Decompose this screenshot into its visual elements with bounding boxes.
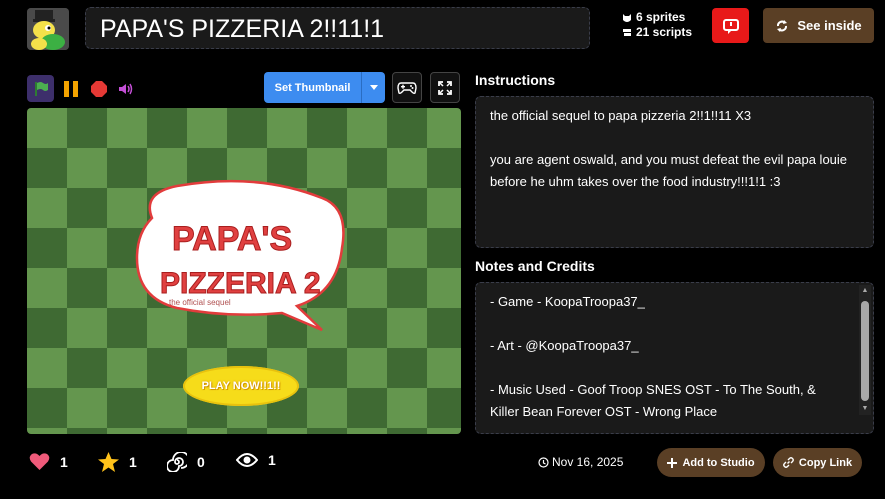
turbo-mode-button[interactable]: [392, 72, 422, 103]
share-date-text: Nov 16, 2025: [552, 455, 624, 469]
koopa-avatar-icon: [27, 8, 69, 50]
scroll-up-icon[interactable]: ▲: [859, 285, 871, 297]
remix-stat: 0: [167, 452, 205, 472]
love-stat[interactable]: 1: [29, 452, 68, 471]
instructions-panel[interactable]: the official sequel to papa pizzeria 2!!…: [475, 96, 874, 248]
set-thumbnail-label: Set Thumbnail: [274, 81, 351, 94]
scroll-down-icon[interactable]: ▼: [859, 403, 871, 415]
script-icon: [623, 28, 631, 36]
report-button[interactable]: [712, 8, 749, 43]
copy-link-button[interactable]: Copy Link: [773, 448, 862, 477]
notes-scrollbar[interactable]: ▲ ▼: [859, 285, 871, 415]
sprite-icon: [623, 13, 631, 22]
play-now-button[interactable]: PLAY NOW!!1!!: [183, 366, 299, 406]
green-flag-icon: [34, 81, 48, 96]
volume-icon: [119, 83, 133, 94]
heart-icon: [29, 453, 50, 470]
fullscreen-icon: [438, 80, 452, 95]
logo-subtitle: the official sequel: [169, 298, 231, 307]
see-inside-button[interactable]: See inside: [763, 8, 874, 43]
remix-spiral-icon: [167, 452, 187, 472]
add-to-studio-button[interactable]: Add to Studio: [657, 448, 765, 477]
plus-icon: [667, 457, 678, 468]
favorite-count: 1: [129, 454, 137, 470]
notes-line-3: - Music Used - Goof Troop SNES OST - To …: [490, 382, 816, 419]
instructions-heading: Instructions: [475, 72, 556, 88]
pause-icon: [64, 80, 78, 97]
love-count: 1: [60, 453, 68, 470]
stop-button[interactable]: [88, 75, 110, 102]
project-stats: 6 sprites 21 scripts: [622, 10, 692, 40]
views-count: 1: [268, 452, 276, 468]
notes-line-2: - Art - @KoopaTroopa37_: [490, 338, 639, 353]
project-avatar[interactable]: [27, 8, 69, 50]
star-icon: [98, 452, 119, 472]
favorite-stat[interactable]: 1: [98, 452, 137, 472]
notes-panel[interactable]: - Game - KoopaTroopa37_ - Art - @KoopaTr…: [475, 282, 874, 434]
report-icon: [722, 18, 739, 34]
set-thumbnail-button[interactable]: Set Thumbnail: [264, 72, 385, 103]
instructions-line-1: the official sequel to papa pizzeria 2!!…: [490, 108, 752, 123]
add-to-studio-label: Add to Studio: [682, 456, 755, 469]
green-flag-button[interactable]: [27, 75, 54, 102]
volume-button[interactable]: [116, 75, 136, 102]
scrollbar-thumb[interactable]: [861, 301, 869, 401]
remix-arrows-icon: [777, 19, 788, 32]
link-icon: [782, 457, 794, 468]
notes-heading: Notes and Credits: [475, 258, 595, 274]
project-title-input[interactable]: PAPA'S PIZZERIA 2!!11!1: [85, 7, 590, 49]
project-stage[interactable]: PAPA'S PIZZERIA 2 the official sequel PL…: [27, 108, 461, 434]
share-date: Nov 16, 2025: [538, 455, 623, 469]
instructions-line-2: you are agent oswald, and you must defea…: [490, 152, 848, 189]
eye-icon: [236, 453, 258, 467]
copy-link-label: Copy Link: [798, 456, 853, 469]
views-stat: 1: [236, 452, 276, 468]
clock-icon: [538, 456, 549, 468]
pause-button[interactable]: [60, 75, 82, 102]
fullscreen-button[interactable]: [430, 72, 460, 103]
chevron-down-icon[interactable]: [361, 72, 385, 103]
see-inside-label: See inside: [797, 18, 862, 33]
script-count: 21 scripts: [636, 25, 693, 39]
sprite-count: 6 sprites: [636, 10, 686, 24]
notes-line-1: - Game - KoopaTroopa37_: [490, 294, 645, 309]
stop-icon: [91, 80, 107, 97]
gamepad-icon: [397, 81, 417, 94]
remix-count: 0: [197, 454, 205, 470]
logo-line-1: PAPA'S: [172, 220, 292, 258]
logo-line-2: PIZZERIA 2: [160, 267, 321, 300]
